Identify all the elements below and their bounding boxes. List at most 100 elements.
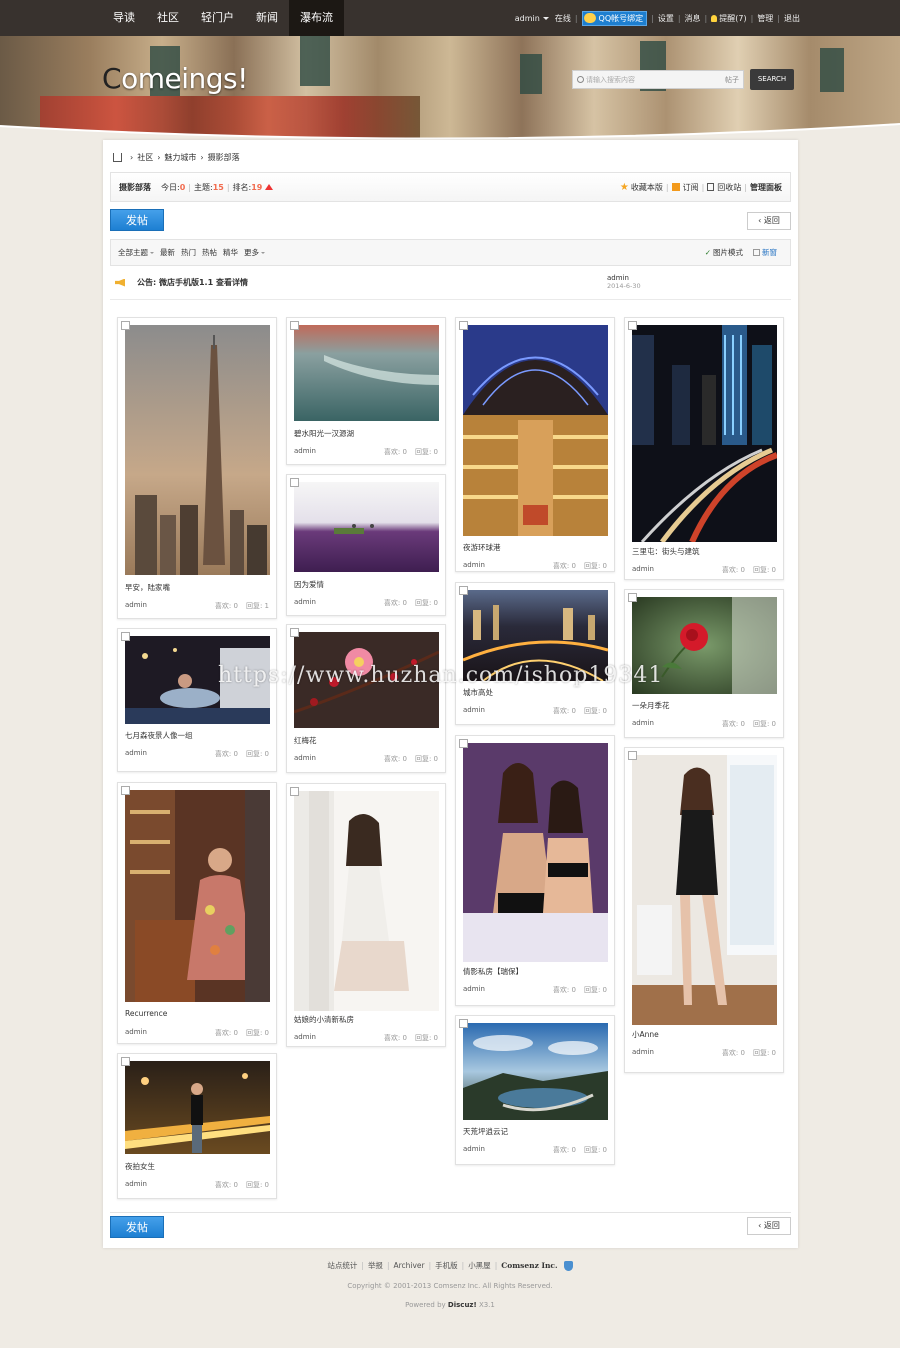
select-checkbox[interactable] <box>290 321 299 330</box>
tile-caption[interactable]: 一朵月季花 <box>632 700 670 711</box>
select-checkbox[interactable] <box>290 478 299 487</box>
tile-author[interactable]: admin <box>632 719 654 729</box>
breadcrumb-forum[interactable]: 摄影部落 <box>208 152 240 163</box>
username-link[interactable]: admin <box>515 14 540 23</box>
messages-link[interactable]: 消息 <box>685 13 701 24</box>
select-checkbox[interactable] <box>121 321 130 330</box>
nav-item-news[interactable]: 新闻 <box>245 0 289 36</box>
announcement-title[interactable]: 公告: 微店手机版1.1 查看详情 <box>137 277 248 288</box>
home-icon[interactable] <box>113 153 122 162</box>
filter-hot[interactable]: 热门 <box>181 247 196 258</box>
tile-caption[interactable]: 城市高处 <box>463 687 493 698</box>
tile-author[interactable]: admin <box>294 447 316 457</box>
discuz-link[interactable]: Discuz! <box>448 1301 477 1309</box>
tile-author[interactable]: admin <box>632 565 654 575</box>
select-checkbox[interactable] <box>628 593 637 602</box>
online-status[interactable]: 在线 <box>555 13 571 24</box>
footer-link-blacklist[interactable]: 小黑屋 <box>468 1260 491 1271</box>
select-checkbox[interactable] <box>459 1019 468 1028</box>
post-button[interactable]: 发帖 <box>110 209 164 231</box>
tile-thumbnail[interactable] <box>125 1061 270 1154</box>
back-button[interactable]: ‹ 返回 <box>747 212 791 230</box>
tile-thumbnail[interactable] <box>125 790 270 1002</box>
chevron-down-icon[interactable] <box>542 16 549 20</box>
select-checkbox[interactable] <box>290 787 299 796</box>
picture-mode-toggle[interactable]: 图片模式 <box>713 247 743 258</box>
nav-item-portal[interactable]: 轻门户 <box>190 0 245 36</box>
tile-thumbnail[interactable] <box>463 325 608 536</box>
tile-thumbnail[interactable] <box>294 791 439 1011</box>
tile-author[interactable]: admin <box>125 1180 147 1190</box>
photo-tile[interactable]: 红梅花 admin 喜欢: 0 回复: 0 <box>286 624 446 773</box>
tile-caption[interactable]: 姑娘的小清新私房 <box>294 1014 354 1025</box>
announcement-author[interactable]: admin <box>607 274 629 282</box>
filter-hotthread[interactable]: 热帖 <box>202 247 217 258</box>
tile-thumbnail[interactable] <box>632 755 777 1025</box>
photo-tile[interactable]: 倩影私房【瑞保】 admin 喜欢: 0 回复: 0 <box>455 735 615 1006</box>
logout-link[interactable]: 退出 <box>784 13 800 24</box>
photo-tile[interactable]: 姑娘的小清新私房 admin 喜欢: 0 回复: 0 <box>286 783 446 1047</box>
photo-tile[interactable]: 因为爱情 admin 喜欢: 0 回复: 0 <box>286 474 446 616</box>
tile-caption[interactable]: 七月森夜景人像一组 <box>125 730 193 741</box>
qq-bind-button[interactable]: QQ帐号绑定 <box>581 10 648 26</box>
footer-link-mobile[interactable]: 手机版 <box>435 1260 458 1271</box>
tile-author[interactable]: admin <box>294 598 316 608</box>
tile-author[interactable]: admin <box>125 1028 147 1038</box>
manage-panel-link[interactable]: 管理面板 <box>750 182 782 193</box>
site-logo[interactable]: Comeings! <box>102 62 248 95</box>
select-checkbox[interactable] <box>121 786 130 795</box>
settings-link[interactable]: 设置 <box>658 13 674 24</box>
tile-caption[interactable]: 红梅花 <box>294 735 317 746</box>
photo-tile[interactable]: 城市高处 admin 喜欢: 0 回复: 0 <box>455 582 615 725</box>
nav-item-waterfall[interactable]: 瀑布流 <box>289 0 344 36</box>
select-checkbox[interactable] <box>459 586 468 595</box>
breadcrumb-community[interactable]: 社区 <box>137 152 153 163</box>
photo-tile[interactable]: 小Anne admin 喜欢: 0 回复: 0 <box>624 747 784 1073</box>
favorite-forum-link[interactable]: 收藏本版 <box>631 182 663 193</box>
search-button[interactable]: SEARCH <box>750 69 794 90</box>
tile-caption[interactable]: 天荒坪逍云记 <box>463 1126 508 1137</box>
photo-tile[interactable]: 三里屯：街头与建筑 admin 喜欢: 0 回复: 0 <box>624 317 784 580</box>
select-checkbox[interactable] <box>121 1057 130 1066</box>
photo-tile[interactable]: 天荒坪逍云记 admin 喜欢: 0 回复: 0 <box>455 1015 615 1165</box>
select-checkbox[interactable] <box>459 321 468 330</box>
tile-author[interactable]: admin <box>294 754 316 764</box>
tile-caption[interactable]: 因为爱情 <box>294 579 324 590</box>
tile-thumbnail[interactable] <box>463 743 608 962</box>
tile-caption[interactable]: 早安，陆家嘴 <box>125 582 170 593</box>
tile-author[interactable]: admin <box>125 749 147 759</box>
photo-tile[interactable]: 七月森夜景人像一组 admin 喜欢: 0 回复: 0 <box>117 628 277 772</box>
tile-thumbnail[interactable] <box>632 325 777 542</box>
tile-caption[interactable]: Recurrence <box>125 1009 167 1018</box>
footer-link-stats[interactable]: 站点统计 <box>327 1260 357 1271</box>
tile-author[interactable]: admin <box>632 1048 654 1058</box>
select-checkbox[interactable] <box>628 321 637 330</box>
tile-caption[interactable]: 小Anne <box>632 1029 659 1040</box>
filter-latest[interactable]: 最新 <box>160 247 175 258</box>
tile-thumbnail[interactable] <box>125 325 270 575</box>
tile-caption[interactable]: 倩影私房【瑞保】 <box>463 966 523 977</box>
manage-link[interactable]: 管理 <box>757 13 773 24</box>
photo-tile[interactable]: 碧水阳光一汉源湖 admin 喜欢: 0 回复: 0 <box>286 317 446 465</box>
search-input[interactable]: 请输入搜索内容 帖子 <box>572 70 744 89</box>
tile-caption[interactable]: 夜拍女生 <box>125 1161 155 1172</box>
tile-thumbnail[interactable] <box>294 325 439 421</box>
filter-more-dropdown[interactable]: 更多 <box>244 247 265 258</box>
search-type-select[interactable]: 帖子 <box>725 75 739 85</box>
tile-caption[interactable]: 碧水阳光一汉源湖 <box>294 428 354 439</box>
tile-thumbnail[interactable] <box>463 1023 608 1120</box>
tile-author[interactable]: admin <box>463 706 485 716</box>
nav-item-community[interactable]: 社区 <box>146 0 190 36</box>
select-checkbox[interactable] <box>459 739 468 748</box>
recycle-bin-link[interactable]: 回收站 <box>717 182 741 193</box>
select-checkbox[interactable] <box>290 628 299 637</box>
photo-tile[interactable]: 早安，陆家嘴 admin 喜欢: 0 回复: 1 <box>117 317 277 619</box>
filter-digest[interactable]: 精华 <box>223 247 238 258</box>
photo-tile[interactable]: 夜拍女生 admin 喜欢: 0 回复: 0 <box>117 1053 277 1199</box>
photo-tile[interactable]: Recurrence admin 喜欢: 0 回复: 0 <box>117 782 277 1044</box>
post-button-bottom[interactable]: 发帖 <box>110 1216 164 1238</box>
tile-caption[interactable]: 夜游环球港 <box>463 542 501 553</box>
tile-author[interactable]: admin <box>463 561 485 571</box>
nav-item-guide[interactable]: 导读 <box>102 0 146 36</box>
tile-author[interactable]: admin <box>463 985 485 995</box>
